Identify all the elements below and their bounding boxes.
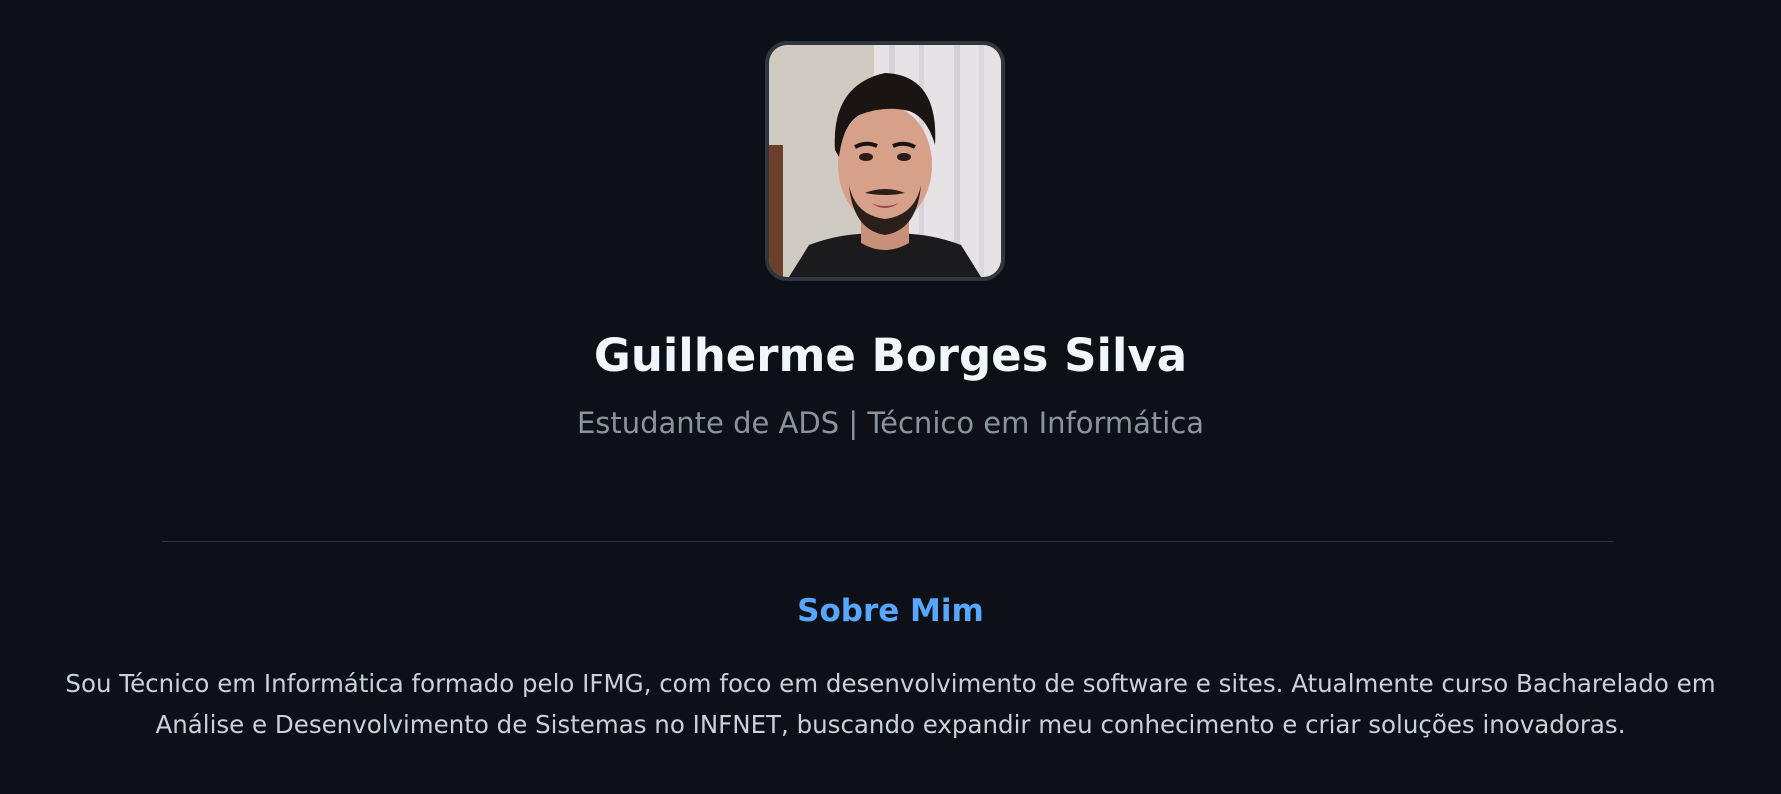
profile-subtitle: Estudante de ADS | Técnico em Informátic… (576, 406, 1205, 440)
avatar-photo (769, 45, 1001, 277)
profile-name: Guilherme Borges Silva (593, 329, 1188, 382)
about-text: Sou Técnico em Informática formado pelo … (65, 669, 1716, 739)
section-divider (162, 541, 1613, 542)
about-title: Sobre Mim (797, 593, 984, 629)
avatar (765, 41, 1005, 281)
